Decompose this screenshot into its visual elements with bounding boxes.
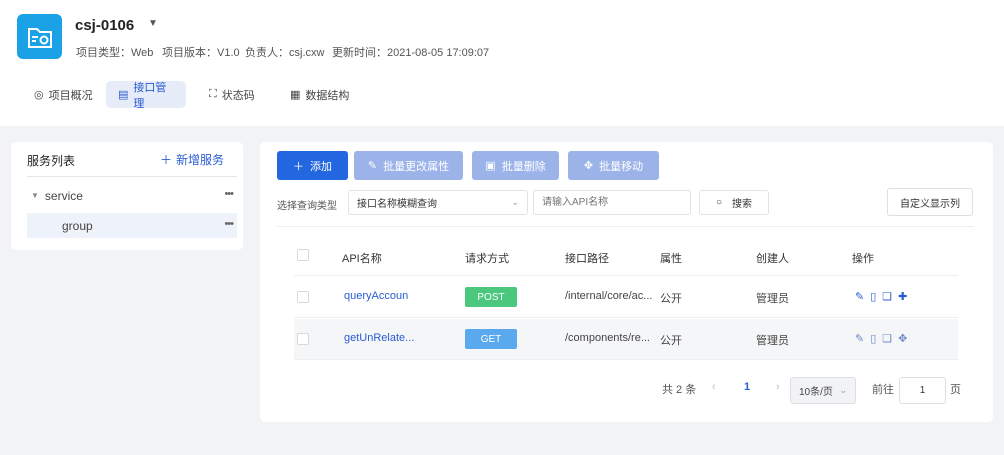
data-structure-icon: ▦ [290,89,301,101]
method-badge: POST [465,287,517,307]
move-icon[interactable]: ✥ [898,332,907,345]
search-icon: ○ [715,197,723,208]
batch-delete-label: 批量删除 [501,160,546,173]
api-attribute: 公开 [660,335,682,347]
project-updated: 更新时间：2021-08-05 17:09:07 [332,47,490,59]
api-name-link[interactable]: getUnRelate... [344,332,414,344]
col-attribute: 属性 [660,253,682,265]
move-icon[interactable]: ✚ [898,290,907,303]
status-code-icon: ⛶ [209,88,217,100]
move-icon: ✥ [583,160,594,172]
api-name-link[interactable]: queryAccoun [344,290,408,302]
table-header: API名称 请求方式 接口路径 属性 创建人 操作 [294,227,958,276]
prev-page-icon[interactable]: ‹ [712,381,716,393]
next-page-icon[interactable]: › [776,381,780,393]
project-owner: 负责人：csj.cxw [245,47,325,59]
custom-columns-button[interactable]: 自定义显示列 [887,188,973,216]
chevron-down-icon: ⌄ [511,197,519,207]
project-version: 项目版本：V1.0 [162,47,240,59]
page-size-select[interactable]: 10条/页 ⌄ [790,377,856,404]
edit-icon: ✎ [367,160,378,172]
overview-icon: ◎ [34,89,44,101]
add-label: 添加 [310,160,332,173]
plus-icon: ＋ [293,160,304,173]
edit-icon[interactable]: ✎ [855,290,864,303]
api-path: /components/re... [565,332,650,344]
query-type-label: 选择查询类型 [277,201,337,212]
api-list-panel: ＋ 添加 ✎ 批量更改属性 ▣ 批量删除 ✥ 批量移动 选择查询类型 接口名称模… [260,142,993,422]
col-method: 请求方式 [465,253,509,265]
interface-icon: ▤ [118,89,129,101]
api-creator: 管理员 [756,335,789,347]
add-api-button[interactable]: ＋ 添加 [277,151,348,180]
more-icon[interactable]: ••• [224,188,234,200]
method-badge: GET [465,329,517,349]
batch-move-label: 批量移动 [599,160,644,173]
batch-move-button[interactable]: ✥ 批量移动 [568,151,659,180]
tree-item-label: group [62,218,93,233]
folder-gear-icon [27,27,52,48]
project-logo [17,14,62,59]
api-name-search-input[interactable] [533,190,691,215]
table-row: queryAccoun POST /internal/core/ac... 公开… [294,277,958,318]
edit-icon[interactable]: ✎ [855,332,864,345]
query-type-select[interactable]: 接口名称模糊查询 ⌄ [348,190,528,215]
trash-icon: ▣ [485,160,496,172]
delete-icon[interactable]: ▯ [870,332,876,345]
tree-item-group[interactable]: group ••• [27,213,237,238]
tab-label: 项目概况 [48,89,93,102]
pagination-total: 共 2 条 [662,384,697,396]
row-checkbox[interactable] [297,333,309,345]
search-label: 搜索 [732,199,753,210]
col-api-name: API名称 [342,253,382,265]
plus-icon: ＋ [160,153,173,167]
chevron-down-icon: ⌄ [839,385,847,395]
api-table: API名称 请求方式 接口路径 属性 创建人 操作 queryAccoun PO… [277,226,974,360]
project-type: 项目类型：Web [76,47,154,59]
row-actions: ✎ ▯ ❏ ✥ [855,332,907,345]
api-path: /internal/core/ac... [565,290,653,302]
project-header: csj-0106 ▼ 项目类型：Web 项目版本：V1.0 负责人：csj.cx… [0,0,1004,126]
select-all-checkbox[interactable] [297,249,309,261]
tab-label: 状态码 [221,89,255,102]
page-number[interactable]: 1 [744,381,750,393]
project-name[interactable]: csj-0106 [75,17,134,34]
col-creator: 创建人 [756,253,789,265]
api-attribute: 公开 [660,293,682,305]
batch-edit-button[interactable]: ✎ 批量更改属性 [354,151,463,180]
row-actions: ✎ ▯ ❏ ✚ [855,290,907,303]
goto-prefix: 前往 [872,384,894,396]
batch-edit-label: 批量更改属性 [383,160,450,173]
search-button[interactable]: ○ 搜索 [699,190,769,215]
copy-icon[interactable]: ❏ [882,290,892,303]
divider [27,176,237,177]
goto-page-input[interactable]: 1 [899,377,946,404]
copy-icon[interactable]: ❏ [882,332,892,345]
goto-suffix: 页 [950,384,961,396]
add-service-button[interactable]: ＋ 新增服务 [160,151,224,168]
delete-icon[interactable]: ▯ [870,290,876,303]
service-list-title: 服务列表 [27,154,76,168]
tree-item-service[interactable]: ▼ service ••• [27,183,237,208]
tab-status-code[interactable]: ⛶ 状态码 [197,81,267,108]
query-type-value: 接口名称模糊查询 [357,199,437,210]
service-list-panel: 服务列表 ＋ 新增服务 ▼ service ••• group ••• [11,142,243,250]
api-creator: 管理员 [756,293,789,305]
col-actions: 操作 [852,253,874,265]
tab-label: 数据结构 [305,89,350,102]
more-icon[interactable]: ••• [224,218,234,230]
tab-interface-management[interactable]: ▤ 接口管理 [106,81,186,110]
add-service-label: 新增服务 [176,153,225,167]
page-size-value: 10条/页 [799,387,833,398]
table-row: getUnRelate... GET /components/re... 公开 … [294,319,958,360]
row-checkbox[interactable] [297,291,309,303]
col-path: 接口路径 [565,253,609,265]
batch-delete-button[interactable]: ▣ 批量删除 [472,151,559,180]
caret-down-icon[interactable]: ▼ [31,191,39,200]
project-switch-caret-icon[interactable]: ▼ [148,18,158,29]
tab-overview[interactable]: ◎ 项目概况 [22,81,105,108]
tab-label: 接口管理 [133,81,167,110]
tree-item-label: service [44,188,83,203]
tab-data-structure[interactable]: ▦ 数据结构 [278,81,361,108]
